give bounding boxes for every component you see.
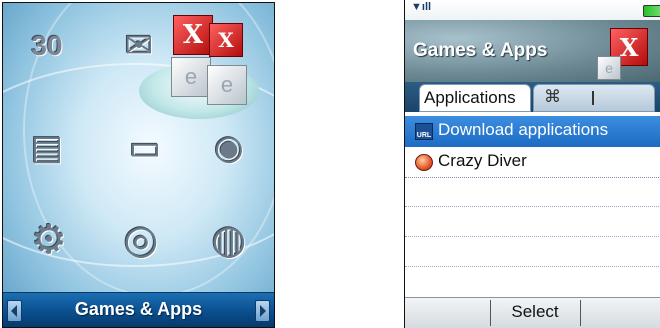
page-title: Games & Apps [413, 40, 548, 61]
tab-applications-label: Applications [424, 88, 516, 107]
screen-header: Games & Apps X e [405, 20, 660, 82]
status-bar: ▼ıll [405, 0, 660, 20]
games-apps-screen: ▼ıll Games & Apps X e Applications ⌘ URL… [404, 0, 660, 328]
briefcase-icon[interactable]: ▭ [115, 119, 175, 177]
list-item[interactable]: URL Download applications [405, 116, 660, 147]
softkey-divider [580, 300, 581, 326]
tab-divider [592, 91, 594, 105]
camera-icon[interactable]: ◉ [199, 119, 259, 177]
crazy-diver-icon [415, 154, 433, 171]
empty-row-divider [405, 206, 660, 207]
contacts-book-icon[interactable]: ▤ [17, 119, 77, 177]
list-item[interactable]: Crazy Diver [405, 147, 660, 178]
calendar-glyph: 30 [31, 30, 63, 61]
applications-list: URL Download applications Crazy Diver [405, 116, 660, 296]
empty-row-divider [405, 236, 660, 237]
gamepad-icon: ⌘ [544, 87, 561, 106]
tab-bar: Applications ⌘ [405, 82, 660, 112]
gears-glyph: ⚙ [31, 218, 67, 262]
list-item-label: Download applications [438, 120, 609, 139]
tab-games[interactable]: ⌘ [533, 84, 655, 112]
signal-strength-icon: ▼ıll [411, 1, 432, 13]
empty-row-divider [405, 266, 660, 267]
contacts-glyph: ▤ [30, 129, 64, 167]
briefcase-glyph: ▭ [128, 129, 162, 167]
red-x-cube-icon: X [173, 15, 213, 55]
softkey-bar: Select [405, 297, 660, 328]
media-glyph: ◎ [123, 218, 159, 262]
media-player-icon[interactable]: ◎ [111, 211, 171, 269]
connectivity-globe-icon[interactable]: ◍ [199, 211, 259, 269]
menu-title: Games & Apps [74, 299, 203, 319]
tab-applications[interactable]: Applications [419, 84, 531, 112]
grey-e-cube-icon: e [597, 56, 621, 80]
settings-gears-icon[interactable]: ⚙ [19, 211, 79, 269]
menu-title-bar: Games & Apps [3, 292, 274, 327]
calendar-icon[interactable]: 30 [17, 17, 77, 75]
games-apps-cubes-icon[interactable]: X X e e [153, 15, 263, 115]
select-softkey[interactable]: Select [490, 302, 580, 322]
grey-e-cube-icon: e [207, 65, 247, 105]
globe-glyph: ◍ [211, 218, 247, 262]
scroll-right-arrow-icon[interactable] [255, 300, 270, 322]
red-x-cube-icon: X [209, 23, 243, 57]
grey-e-cube-icon: e [171, 57, 211, 97]
camera-glyph: ◉ [214, 129, 244, 167]
url-download-icon: URL [415, 123, 433, 140]
battery-icon [643, 5, 660, 17]
main-menu-screen: 30 ✉ X X e e ▤ ▭ ◉ ⚙ ◎ ◍ Games & Apps [2, 2, 275, 328]
list-item-label: Crazy Diver [438, 151, 527, 170]
